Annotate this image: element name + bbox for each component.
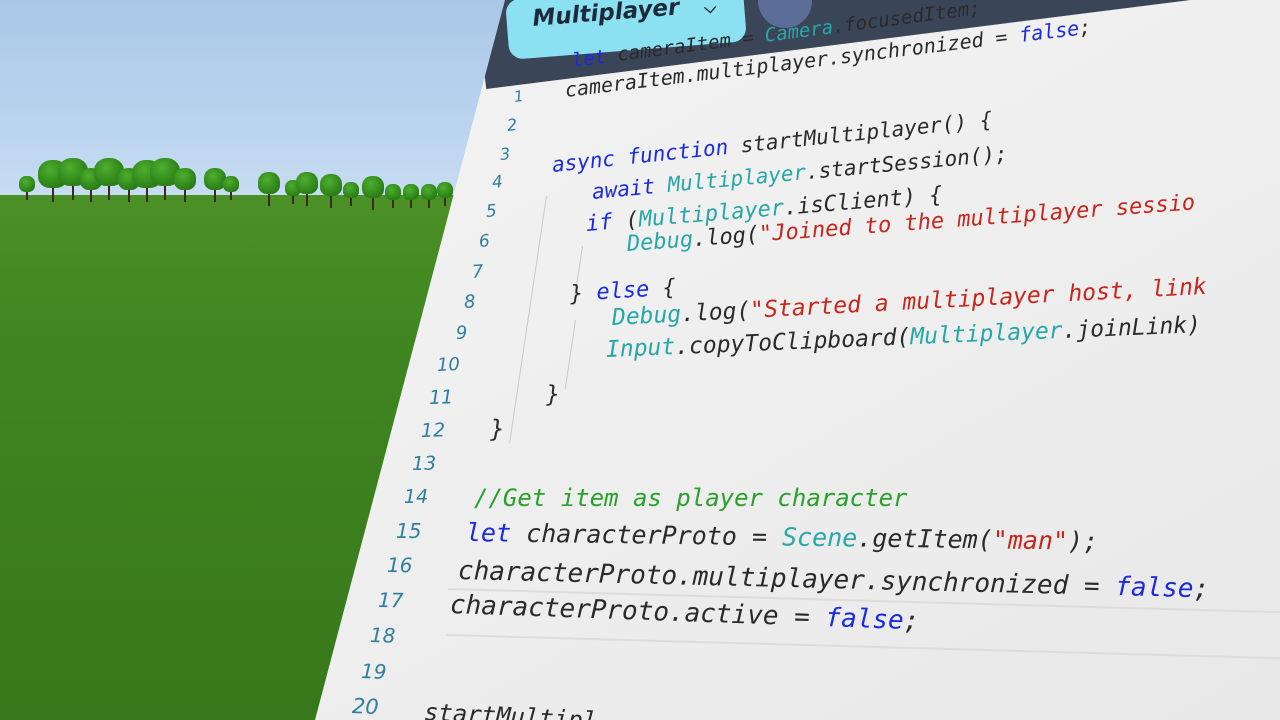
- tree: [330, 194, 332, 208]
- code-token: async: [550, 146, 617, 177]
- tree: [306, 192, 308, 206]
- code-token: false: [1114, 572, 1194, 604]
- code-token: .startSession();: [804, 141, 1009, 185]
- code-token: }: [569, 280, 598, 307]
- code-token: function: [626, 134, 730, 170]
- indent-guide: [564, 320, 576, 390]
- line-number: 20: [351, 694, 380, 720]
- line-number: 18: [369, 623, 396, 648]
- line-number: 10: [436, 354, 461, 376]
- code-token: let: [570, 45, 608, 72]
- code-token: "man": [992, 525, 1069, 556]
- code-token: );: [1067, 526, 1099, 556]
- code-token: }: [545, 381, 561, 408]
- tree: [108, 184, 110, 200]
- code-token: if: [584, 209, 614, 237]
- code-token: .copyToClipboard(: [674, 324, 911, 361]
- line-number: 8: [463, 291, 477, 313]
- chevron-down-icon[interactable]: ⌵: [703, 0, 717, 18]
- tree: [444, 196, 446, 206]
- line-number: 2: [505, 114, 519, 135]
- code-token: ;: [1077, 14, 1093, 40]
- code-token: await: [590, 174, 657, 204]
- tree: [268, 192, 270, 206]
- code-token: {: [648, 275, 677, 302]
- tree: [128, 188, 130, 202]
- code-line-20[interactable]: startMultipl: [423, 698, 598, 720]
- code-token: //Get item as player character: [474, 484, 908, 512]
- tree: [372, 196, 374, 210]
- code-line-15[interactable]: let characterProto = Scene.getItem("man"…: [466, 518, 1099, 556]
- indent-guide: [509, 196, 547, 444]
- tree: [392, 198, 394, 208]
- tree: [184, 188, 186, 202]
- code-token: Input: [605, 334, 676, 363]
- tree: [146, 186, 148, 202]
- code-token: .log(: [692, 222, 761, 253]
- line-number: 7: [471, 261, 485, 283]
- line-number: 6: [478, 231, 491, 252]
- line-number: 12: [420, 419, 446, 442]
- line-number: 9: [455, 322, 468, 344]
- tree: [90, 188, 92, 202]
- code-token: else: [595, 277, 651, 306]
- tree: [350, 196, 352, 206]
- line-number: 3: [499, 143, 512, 164]
- line-number: 5: [485, 201, 498, 222]
- screen: Multiplayer ⌵ 1 2 3 4 5 6 7 8 9 10 11 12…: [0, 0, 1280, 720]
- line-number: 1: [512, 86, 525, 106]
- script-tab-label: Multiplayer: [531, 0, 681, 32]
- code-token: }: [489, 414, 505, 443]
- line-number: 15: [396, 519, 422, 543]
- tree: [292, 194, 294, 204]
- code-token: Multiplayer: [909, 317, 1064, 351]
- code-token: characterProto =: [510, 518, 783, 552]
- tree: [72, 184, 74, 200]
- code-token: Debug: [611, 301, 682, 331]
- code-token: Debug: [626, 227, 694, 257]
- code-token: startMultipl: [423, 698, 598, 720]
- code-line-14[interactable]: //Get item as player character: [474, 484, 907, 512]
- code-token: Multiplayer: [666, 160, 808, 197]
- line-number: 14: [403, 485, 429, 508]
- code-token: .log(: [680, 297, 751, 328]
- tree: [410, 198, 412, 208]
- tree: [214, 188, 216, 202]
- code-line-11[interactable]: }: [546, 382, 561, 408]
- line-number: 11: [428, 386, 454, 409]
- tree: [164, 184, 166, 200]
- line-number: 19: [360, 659, 387, 684]
- code-line-12[interactable]: }: [490, 415, 505, 443]
- code-token: ;: [1193, 573, 1210, 605]
- tree: [26, 190, 28, 200]
- line-number: 16: [386, 553, 413, 578]
- tree: [230, 190, 232, 200]
- line-number: 4: [491, 172, 504, 193]
- code-token: Scene: [781, 522, 858, 553]
- line-number: 17: [377, 588, 404, 613]
- code-token: ;: [903, 605, 920, 637]
- code-token: let: [465, 518, 512, 548]
- code-token: false: [824, 603, 905, 636]
- code-token: .joinLink): [1062, 312, 1202, 344]
- line-number: 13: [411, 452, 437, 475]
- tree: [428, 198, 430, 208]
- code-token: .getItem(: [857, 523, 993, 555]
- tree: [52, 186, 54, 202]
